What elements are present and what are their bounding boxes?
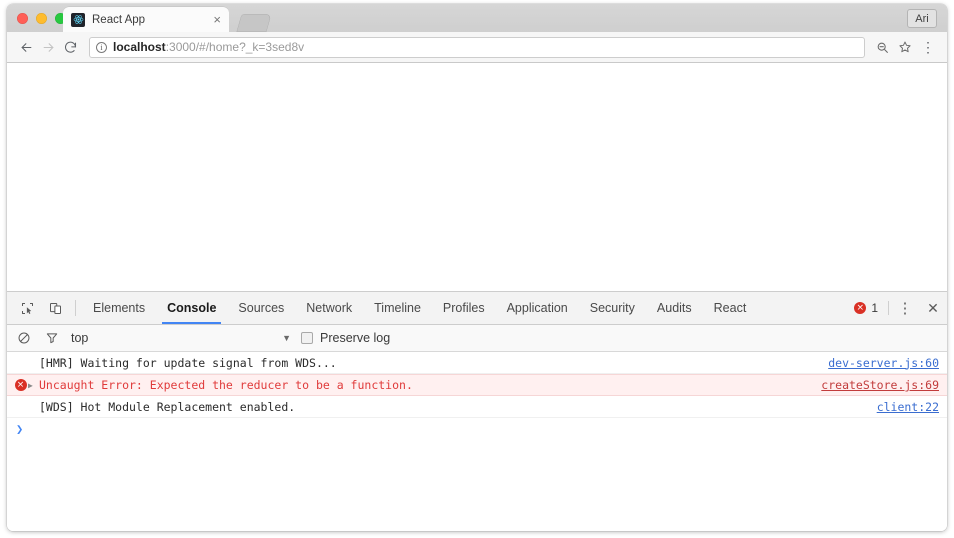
- console-message-source-link[interactable]: client:22: [865, 400, 939, 414]
- devtools-tab-sources[interactable]: Sources: [227, 292, 295, 324]
- forward-icon[interactable]: [37, 36, 59, 58]
- preserve-log-checkbox[interactable]: [301, 332, 313, 344]
- profile-button[interactable]: Ari: [907, 9, 937, 28]
- console-message-text: [WDS] Hot Module Replacement enabled.: [39, 399, 296, 414]
- minimize-window-button[interactable]: [36, 13, 47, 24]
- react-logo-icon: [71, 12, 85, 27]
- console-message-text: Uncaught Error: Expected the reducer to …: [39, 378, 413, 392]
- address-bar[interactable]: i localhost:3000/#/home?_k=3sed8v: [89, 36, 865, 58]
- devtools-tab-react[interactable]: React: [703, 292, 758, 324]
- tab-strip: React App × Ari: [7, 4, 947, 32]
- close-icon[interactable]: ×: [211, 13, 223, 26]
- console-message-text: [HMR] Waiting for update signal from WDS…: [39, 355, 337, 370]
- devtools-close-icon[interactable]: ✕: [919, 292, 947, 324]
- console-message-row[interactable]: × ▶ Uncaught Error: Expected the reducer…: [7, 374, 947, 396]
- browser-menu-icon[interactable]: ⋮: [917, 36, 939, 58]
- console-message-source-link[interactable]: createStore.js:69: [809, 378, 939, 392]
- page-viewport: [7, 63, 947, 291]
- url-path: :3000/#/home?_k=3sed8v: [165, 40, 305, 54]
- chevron-down-icon: ▼: [282, 333, 291, 343]
- device-toolbar-icon[interactable]: [41, 292, 69, 324]
- devtools-tab-console[interactable]: Console: [156, 292, 227, 324]
- address-bar-url: localhost:3000/#/home?_k=3sed8v: [113, 40, 304, 54]
- expand-triangle-icon[interactable]: ▶: [28, 381, 39, 390]
- tabbar-spacer: [757, 292, 854, 324]
- navigation-toolbar: i localhost:3000/#/home?_k=3sed8v ⋮: [7, 32, 947, 63]
- devtools-more-icon[interactable]: ⋮: [891, 292, 919, 324]
- filter-icon[interactable]: [43, 331, 61, 345]
- clear-console-icon[interactable]: [15, 331, 33, 345]
- devtools-tab-profiles[interactable]: Profiles: [432, 292, 496, 324]
- back-icon[interactable]: [15, 36, 37, 58]
- error-count-badge[interactable]: × 1: [854, 292, 886, 324]
- devtools-tab-elements[interactable]: Elements: [82, 292, 156, 324]
- bookmark-star-icon[interactable]: [894, 36, 916, 58]
- preserve-log-label: Preserve log: [320, 331, 391, 345]
- devtools-tab-security[interactable]: Security: [579, 292, 646, 324]
- badge-divider: [888, 301, 889, 315]
- tab-title: React App: [92, 13, 146, 26]
- prompt-chevron-icon: ❯: [16, 422, 24, 436]
- devtools-tab-timeline[interactable]: Timeline: [363, 292, 432, 324]
- browser-window: React App × Ari i localhost:3000/#/home?…: [7, 4, 947, 531]
- devtools-tab-network[interactable]: Network: [295, 292, 363, 324]
- console-input-row[interactable]: ❯: [7, 418, 947, 440]
- page-info-icon[interactable]: i: [96, 41, 107, 53]
- console-filter-bar: top ▼ Preserve log: [7, 325, 947, 352]
- execution-context-value: top: [71, 331, 89, 345]
- devtools-tab-bar: Elements Console Sources Network Timelin…: [7, 292, 947, 325]
- console-message-list: [HMR] Waiting for update signal from WDS…: [7, 352, 947, 531]
- console-message-row[interactable]: [WDS] Hot Module Replacement enabled. cl…: [7, 396, 947, 418]
- browser-tab-react-app[interactable]: React App ×: [63, 7, 229, 32]
- toolbar-divider: [75, 300, 76, 316]
- close-window-button[interactable]: [17, 13, 28, 24]
- devtools-tab-audits[interactable]: Audits: [646, 292, 703, 324]
- error-count-value: 1: [871, 301, 878, 315]
- error-icon: ×: [854, 302, 867, 314]
- omnibox-actions: ⋮: [871, 36, 939, 58]
- inspect-element-icon[interactable]: [13, 292, 41, 324]
- url-host: localhost: [113, 40, 166, 54]
- new-tab-button[interactable]: [236, 14, 272, 32]
- console-message-row[interactable]: [HMR] Waiting for update signal from WDS…: [7, 352, 947, 374]
- window-traffic-lights: [17, 13, 66, 24]
- devtools-panel: Elements Console Sources Network Timelin…: [7, 291, 947, 531]
- devtools-tab-application[interactable]: Application: [496, 292, 579, 324]
- execution-context-select[interactable]: top ▼: [71, 331, 291, 345]
- reload-icon[interactable]: [59, 36, 81, 58]
- error-icon: ×: [13, 379, 28, 391]
- console-message-source-link[interactable]: dev-server.js:60: [816, 356, 939, 370]
- error-badge-glyph: ×: [14, 379, 27, 391]
- zoom-icon[interactable]: [871, 36, 893, 58]
- preserve-log-toggle[interactable]: Preserve log: [301, 331, 390, 345]
